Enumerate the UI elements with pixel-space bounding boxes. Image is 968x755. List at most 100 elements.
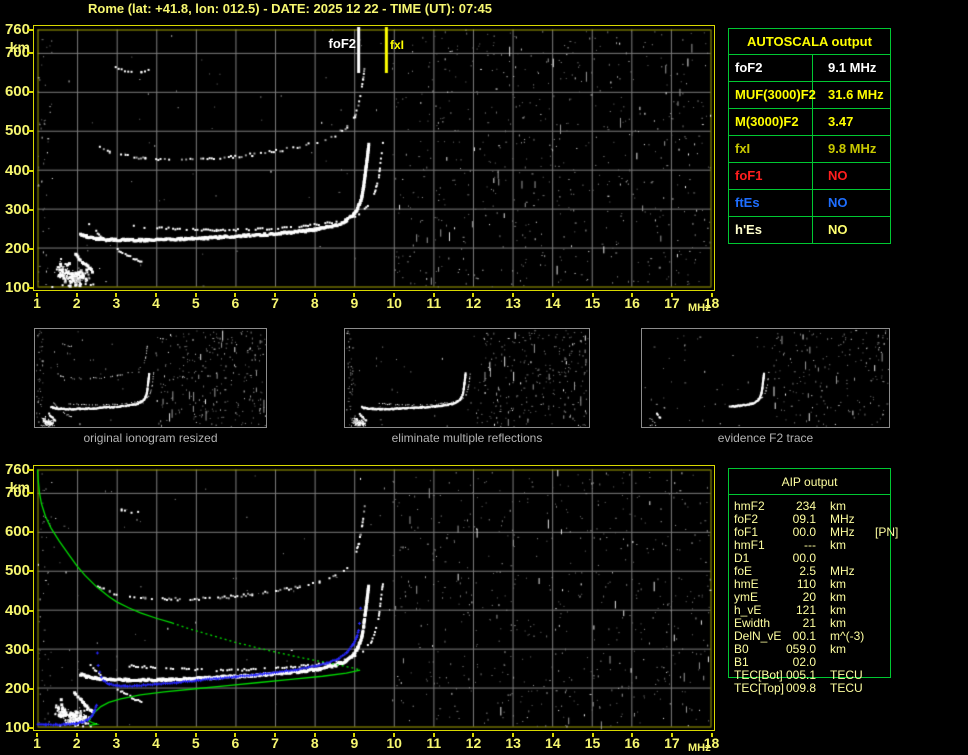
aip-param-flag — [871, 682, 875, 695]
x-tick-mark — [36, 292, 38, 297]
thumbnail-evidence-caption: evidence F2 trace — [717, 431, 814, 445]
aip-param-flag — [871, 539, 875, 552]
y-tick-mark — [27, 130, 33, 133]
x-axis-unit: MHz — [688, 741, 711, 754]
x-tick-label: 8 — [310, 734, 319, 751]
autoscala-table-body: foF2 9.1 MHz MUF(3000)F2 31.6 MHz M(3000… — [729, 54, 890, 243]
x-tick-label: 16 — [624, 294, 640, 311]
x-tick-label: 2 — [72, 294, 81, 311]
aip-param-unit: TECU — [830, 681, 863, 695]
aip-param-flag — [871, 591, 875, 604]
aip-table-body: hmF2 234 km foF2 09.1 MHz foF1 00.0 MHz … — [728, 500, 958, 695]
autoscala-param-label: M(3000)F2 — [729, 109, 813, 135]
autoscala-row: ftEs NO — [729, 189, 890, 216]
aip-param-flag — [871, 630, 875, 643]
x-tick-label: 14 — [545, 294, 561, 311]
x-tick-label: 1 — [33, 734, 41, 751]
x-tick-mark — [710, 292, 713, 297]
x-tick-label: 15 — [584, 734, 601, 751]
y-tick-label: 600 — [4, 523, 30, 541]
y-tick-label: 300 — [4, 200, 30, 218]
x-tick-label: 3 — [112, 734, 121, 751]
x-tick-mark — [512, 292, 515, 297]
thumbnail-original-canvas — [35, 329, 266, 427]
x-tick-mark — [591, 292, 594, 297]
thumbnail-eliminate-canvas — [345, 329, 589, 427]
x-tick-label: 4 — [152, 294, 160, 311]
x-tick-label: 14 — [545, 734, 561, 751]
aip-ionogram-plot — [33, 465, 715, 731]
autoscala-row: fxI 9.8 MHz — [729, 135, 890, 162]
y-tick-label: 760 — [4, 20, 30, 38]
thumbnail-evidence-f2 — [641, 328, 890, 428]
aip-param-flag — [871, 669, 875, 682]
x-tick-mark — [36, 732, 38, 737]
x-tick-mark — [274, 292, 277, 297]
x-tick-mark — [472, 292, 475, 297]
autoscala-param-value: 9.1 MHz — [828, 60, 877, 75]
x-tick-mark — [194, 732, 197, 737]
y-tick-mark — [27, 91, 33, 94]
autoscala-param-label: MUF(3000)F2 — [729, 82, 816, 108]
x-tick-mark — [115, 732, 118, 737]
x-tick-mark — [631, 732, 634, 737]
x-tick-mark — [432, 732, 435, 737]
y-tick-label: 500 — [4, 122, 30, 140]
x-tick-mark — [432, 292, 435, 297]
y-tick-mark — [27, 208, 33, 211]
x-axis-unit: MHz — [688, 301, 711, 314]
x-tick-mark — [75, 292, 78, 297]
y-tick-mark — [27, 468, 33, 471]
autoscala-table-header: AUTOSCALA output — [747, 34, 872, 49]
y-tick-mark — [27, 688, 33, 691]
y-tick-label: 400 — [4, 161, 30, 179]
x-tick-label: 12 — [465, 734, 482, 751]
aip-param-flag — [871, 643, 875, 656]
aip-param-value: 009.8 — [785, 681, 816, 695]
autoscala-param-value: 3.47 — [828, 114, 854, 129]
fxi-marker-label: fxI — [390, 38, 405, 52]
thumbnail-eliminate-caption: eliminate multiple reflections — [391, 431, 543, 445]
thumbnail-original-ionogram — [34, 328, 267, 428]
y-tick-mark — [27, 28, 33, 31]
y-tick-label: 500 — [4, 562, 30, 580]
x-tick-mark — [353, 292, 356, 297]
x-tick-mark — [353, 732, 356, 737]
x-tick-mark — [313, 732, 316, 737]
y-tick-mark — [27, 287, 33, 290]
y-tick-mark — [27, 570, 33, 573]
x-tick-label: 5 — [191, 294, 200, 311]
x-tick-label: 9 — [350, 734, 359, 751]
aip-param-flag — [871, 617, 875, 630]
x-tick-mark — [472, 732, 475, 737]
y-tick-label: 600 — [4, 83, 30, 101]
x-tick-mark — [670, 292, 673, 297]
aip-param-unit: km — [830, 642, 846, 656]
x-tick-mark — [313, 292, 316, 297]
x-tick-mark — [512, 732, 515, 737]
thumbnail-eliminate-reflections — [344, 328, 590, 428]
x-tick-mark — [710, 732, 713, 737]
autoscala-screen: { "title": "Rome (lat: +41.8, lon: 012.5… — [0, 0, 968, 755]
x-tick-mark — [234, 292, 237, 297]
x-tick-label: 8 — [310, 294, 319, 311]
aip-ionogram-canvas — [34, 466, 714, 730]
autoscala-param-value: NO — [828, 195, 848, 210]
x-tick-label: 10 — [386, 734, 402, 751]
x-tick-mark — [155, 732, 158, 737]
x-tick-label: 13 — [505, 294, 521, 311]
aip-param-flag — [871, 578, 875, 591]
x-tick-label: 9 — [350, 294, 359, 311]
thumbnail-evidence-canvas — [642, 329, 889, 427]
y-tick-mark — [27, 648, 33, 651]
aip-param-flag: [PN] — [875, 525, 899, 539]
x-tick-mark — [631, 292, 634, 297]
y-tick-mark — [27, 531, 33, 534]
x-tick-label: 6 — [231, 294, 240, 311]
x-tick-label: 7 — [271, 294, 279, 311]
autoscala-param-label: foF2 — [729, 55, 813, 81]
x-tick-label: 12 — [465, 294, 482, 311]
x-tick-label: 11 — [426, 734, 442, 751]
y-tick-mark — [27, 609, 33, 612]
page-title: Rome (lat: +41.8, lon: 012.5) - DATE: 20… — [88, 1, 492, 16]
